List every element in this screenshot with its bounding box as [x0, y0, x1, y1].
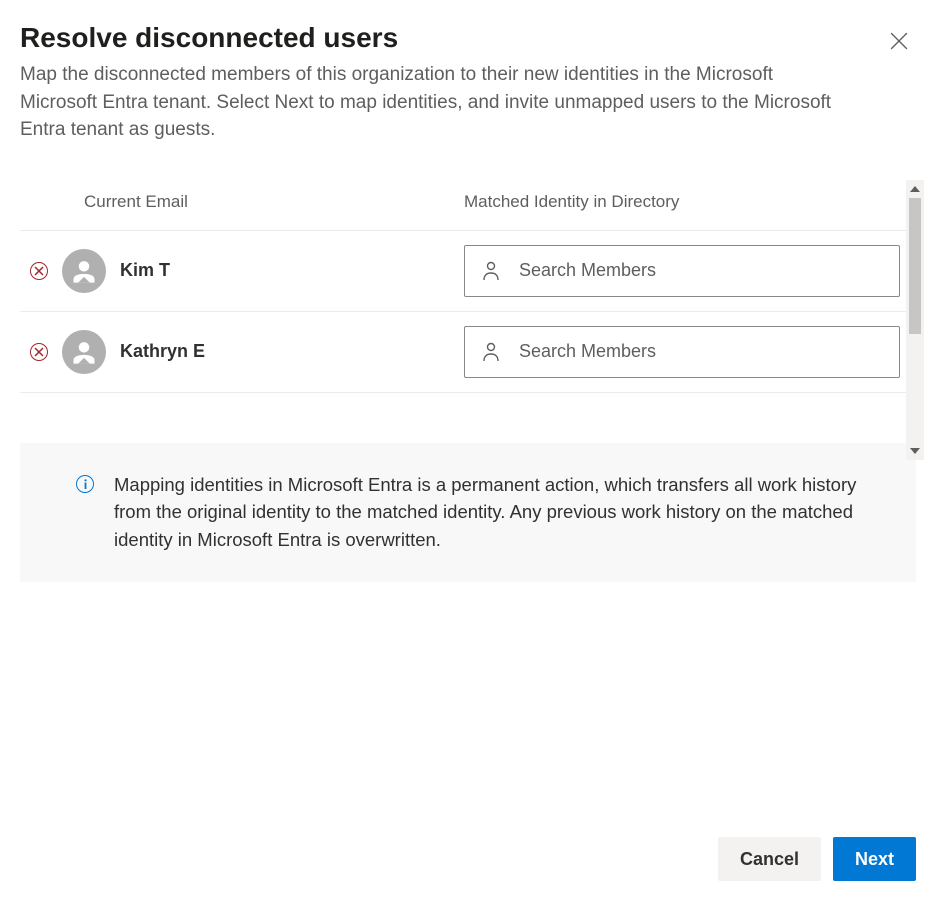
person-search-icon [482, 261, 500, 281]
dialog-header: Resolve disconnected users [20, 20, 916, 57]
search-members-input[interactable] [464, 326, 900, 378]
scrollbar-thumb[interactable] [909, 198, 921, 334]
table-header: Current Email Matched Identity in Direct… [20, 180, 916, 231]
dialog-title: Resolve disconnected users [20, 20, 398, 56]
avatar-icon [62, 249, 106, 293]
next-button[interactable]: Next [833, 837, 916, 881]
person-search-icon [482, 342, 500, 362]
scrollbar-up-arrow-icon[interactable] [906, 180, 924, 198]
cancel-button[interactable]: Cancel [718, 837, 821, 881]
info-icon [76, 475, 94, 493]
search-members-field [464, 326, 900, 378]
info-banner: Mapping identities in Microsoft Entra is… [20, 443, 916, 582]
search-members-field [464, 245, 900, 297]
info-message: Mapping identities in Microsoft Entra is… [114, 471, 888, 554]
resolve-users-dialog: Resolve disconnected users Map the disco… [0, 0, 936, 901]
search-members-input[interactable] [464, 245, 900, 297]
column-header-email: Current Email [84, 192, 464, 212]
dialog-subtitle: Map the disconnected members of this org… [20, 61, 850, 144]
column-header-identity: Matched Identity in Directory [464, 192, 916, 212]
users-table: Current Email Matched Identity in Direct… [20, 180, 916, 393]
close-button[interactable] [886, 28, 912, 57]
row-user-cell: Kim T [20, 249, 464, 293]
close-icon [890, 38, 908, 53]
avatar-icon [62, 330, 106, 374]
table-row: Kathryn E [20, 312, 916, 393]
remove-user-button[interactable] [30, 262, 48, 280]
scrollbar-down-arrow-icon[interactable] [906, 442, 924, 460]
row-user-cell: Kathryn E [20, 330, 464, 374]
user-name: Kim T [120, 260, 170, 281]
user-name: Kathryn E [120, 341, 205, 362]
table-row: Kim T [20, 231, 916, 312]
remove-user-button[interactable] [30, 343, 48, 361]
dialog-footer: Cancel Next [718, 837, 916, 881]
scrollbar[interactable] [906, 180, 924, 460]
